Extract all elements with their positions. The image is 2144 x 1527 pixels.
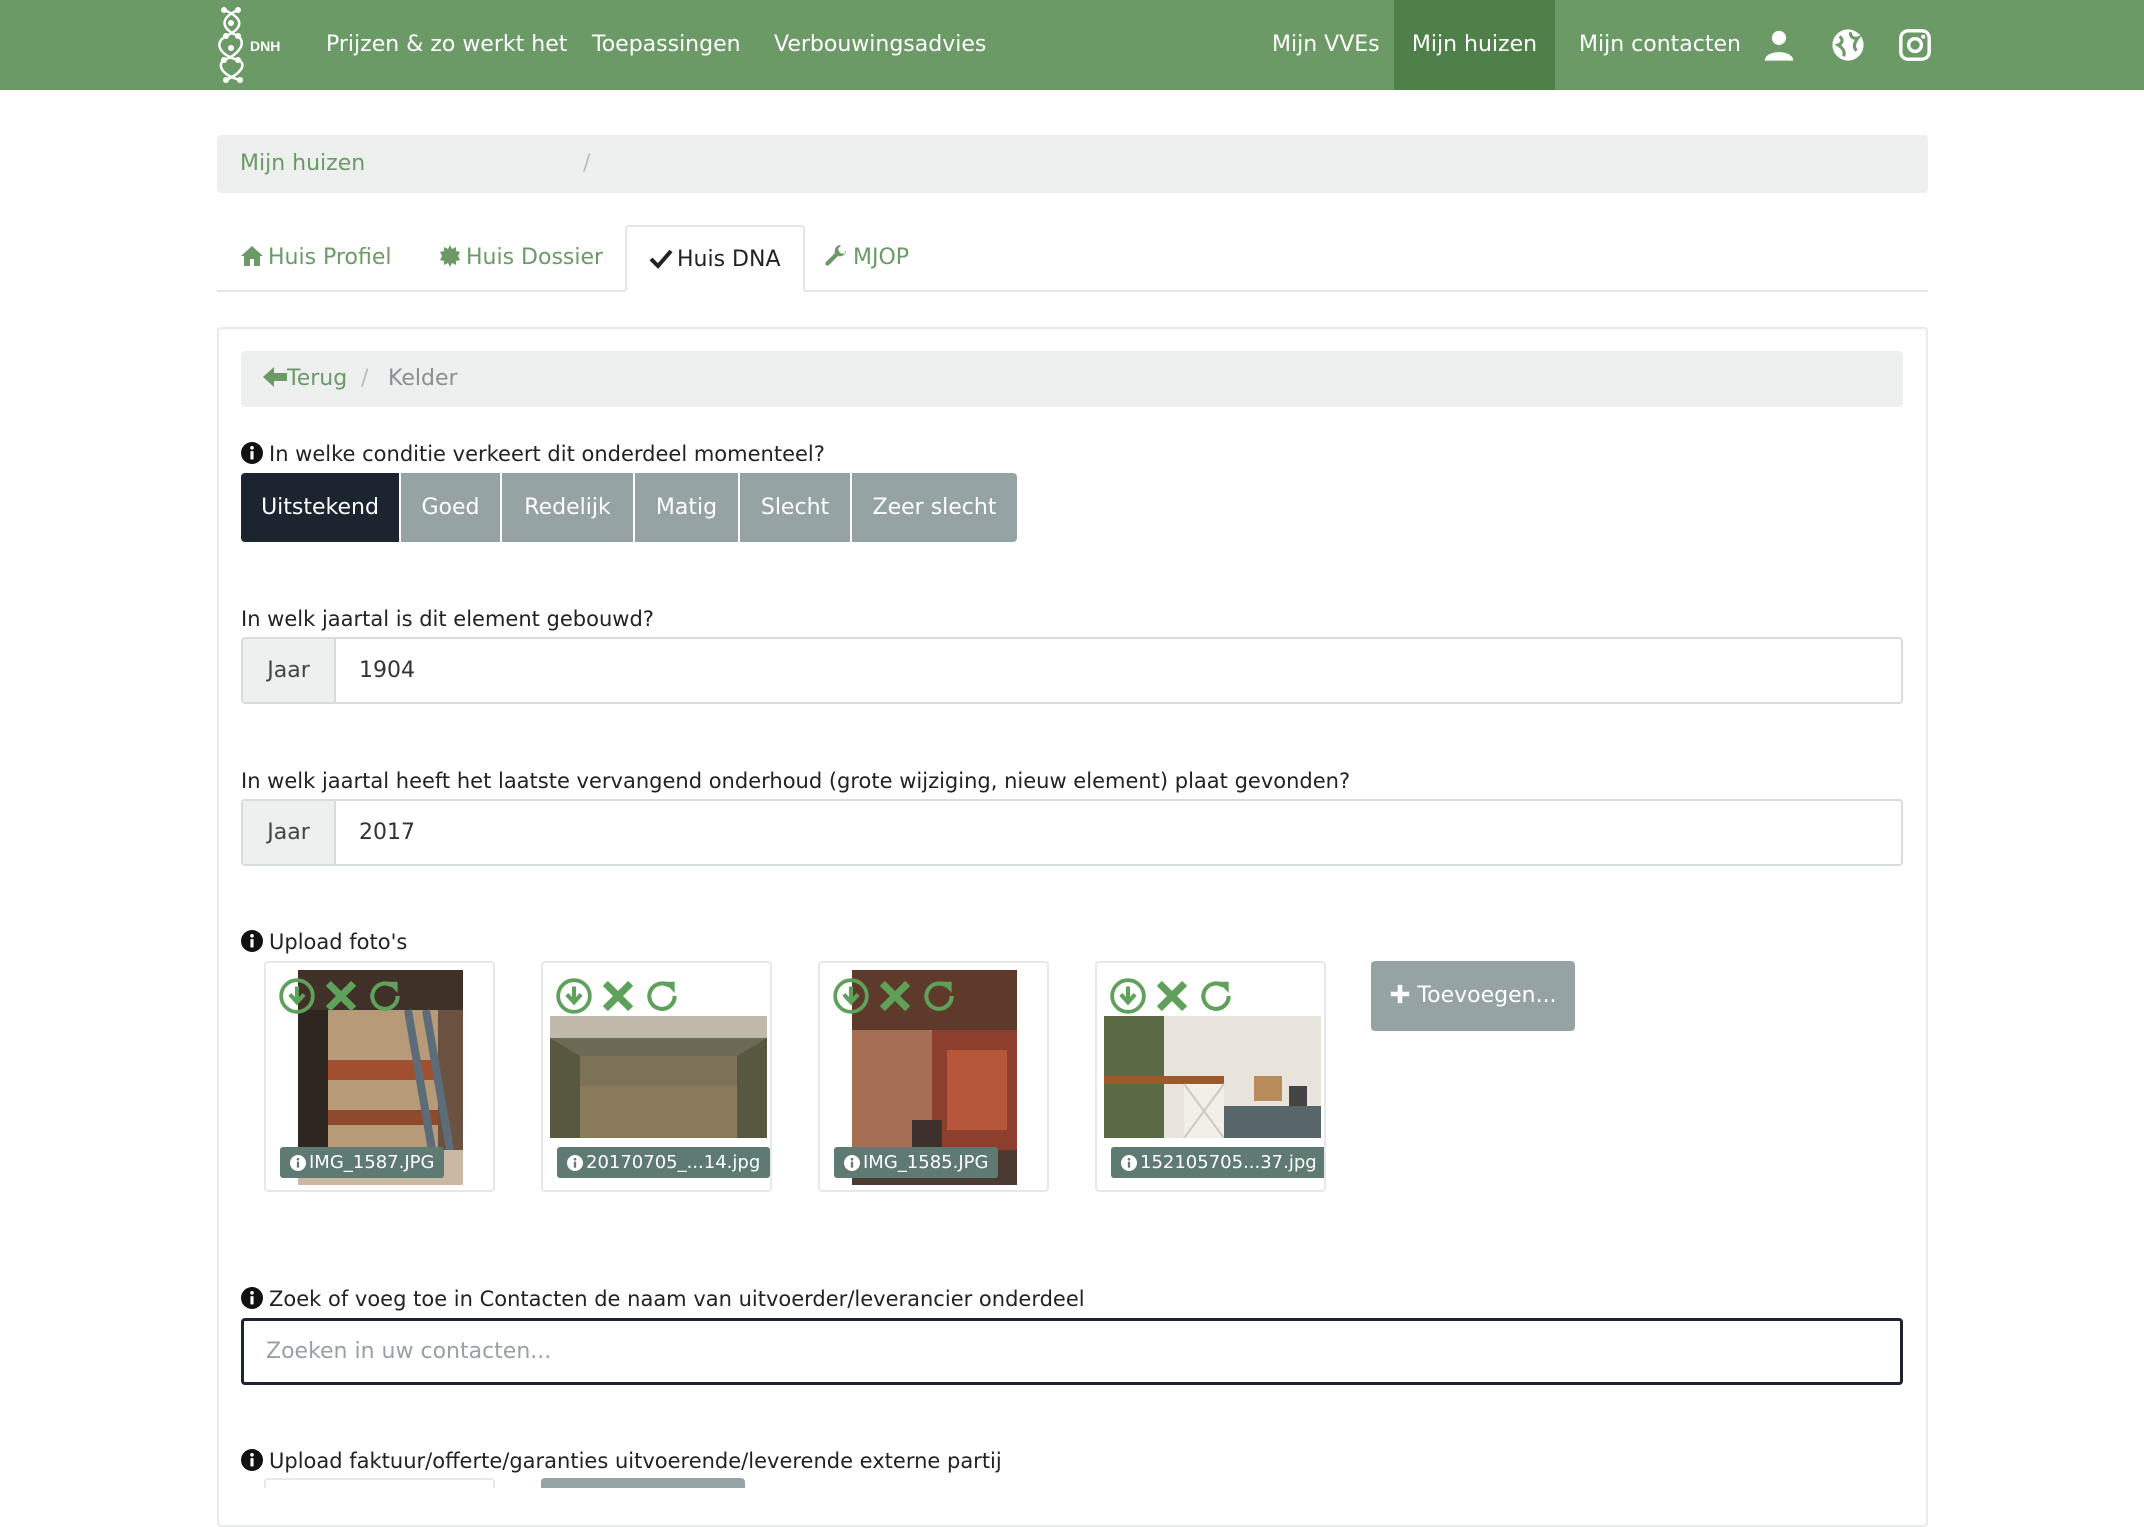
- photo-filename-badge: IMG_1585.JPG: [834, 1147, 999, 1178]
- rotate-icon[interactable]: [1197, 977, 1235, 1015]
- condition-redelijk-button[interactable]: Redelijk: [502, 473, 633, 542]
- tab-mjop[interactable]: MJOP: [825, 225, 909, 292]
- tab-huis-profiel-label: Huis Profiel: [268, 245, 392, 270]
- check-icon: [649, 249, 673, 269]
- nav-link-mijn-vves[interactable]: Mijn VVEs: [1272, 0, 1380, 90]
- breadcrumb-mijn-huizen[interactable]: Mijn huizen: [240, 135, 365, 193]
- photo-filename-badge: 20170705_...14.jpg: [557, 1147, 770, 1178]
- photo-filename: 152105705...37.jpg: [1140, 1152, 1317, 1173]
- condition-zeer-slecht-button[interactable]: Zeer slecht: [852, 473, 1017, 542]
- element-breadcrumb: Terug / Kelder: [241, 351, 1903, 407]
- info-icon[interactable]: [241, 442, 263, 464]
- info-icon[interactable]: [241, 1287, 263, 1309]
- breadcrumb-separator: /: [583, 151, 591, 176]
- photo-card: 152105705...37.jpg: [1095, 961, 1326, 1192]
- info-icon: [290, 1155, 306, 1171]
- download-icon[interactable]: [832, 977, 870, 1015]
- house-tabs: Huis Profiel Huis Dossier Huis DNA MJOP: [217, 225, 1928, 292]
- build-year-addon: Jaar: [243, 639, 336, 702]
- maintenance-year-label: In welk jaartal heeft het laatste vervan…: [241, 769, 1351, 793]
- photo-thumbnail[interactable]: [550, 1016, 767, 1138]
- invoice-file-card: [264, 1478, 495, 1488]
- tab-huis-dossier-label: Huis Dossier: [466, 245, 604, 270]
- download-icon[interactable]: [278, 977, 316, 1015]
- photo-filename-badge: 152105705...37.jpg: [1111, 1147, 1324, 1178]
- top-navbar: DNH Prijzen & zo werkt het Toepassingen …: [0, 0, 2144, 90]
- add-photo-button[interactable]: Toevoegen...: [1371, 961, 1575, 1031]
- condition-matig-button[interactable]: Matig: [635, 473, 738, 542]
- photos-label: Upload foto's: [241, 930, 407, 954]
- condition-label: In welke conditie verkeert dit onderdeel…: [241, 442, 825, 466]
- contact-search-field: [241, 1318, 1903, 1385]
- invoice-label: Upload faktuur/offerte/garanties uitvoer…: [241, 1449, 1002, 1473]
- maintenance-year-addon: Jaar: [243, 801, 336, 864]
- instagram-icon[interactable]: [1898, 28, 1932, 62]
- user-icon[interactable]: [1762, 28, 1796, 62]
- build-year-label: In welk jaartal is dit element gebouwd?: [241, 607, 654, 631]
- photo-card: IMG_1585.JPG: [818, 961, 1049, 1192]
- condition-slecht-button[interactable]: Slecht: [740, 473, 850, 542]
- photo-filename: 20170705_...14.jpg: [586, 1152, 761, 1173]
- maintenance-year-input-group: Jaar 2017: [241, 799, 1903, 866]
- info-icon[interactable]: [241, 930, 263, 952]
- nav-link-prijzen[interactable]: Prijzen & zo werkt het: [326, 0, 567, 90]
- photo-card: 20170705_...14.jpg: [541, 961, 772, 1192]
- delete-icon[interactable]: [876, 977, 914, 1015]
- wrench-icon: [825, 244, 847, 266]
- download-icon[interactable]: [555, 977, 593, 1015]
- dnh-logo[interactable]: DNH: [214, 4, 284, 84]
- tab-huis-dossier[interactable]: Huis Dossier: [438, 225, 603, 292]
- rotate-icon[interactable]: [366, 977, 404, 1015]
- tab-huis-profiel[interactable]: Huis Profiel: [240, 225, 391, 292]
- maintenance-year-input[interactable]: 2017: [359, 801, 415, 864]
- photos-label-text: Upload foto's: [269, 930, 408, 954]
- rotate-icon[interactable]: [643, 977, 681, 1015]
- certificate-icon: [440, 245, 460, 267]
- breadcrumb: Mijn huizen /: [217, 135, 1928, 193]
- info-icon[interactable]: [241, 1449, 263, 1471]
- nav-link-mijn-huizen[interactable]: Mijn huizen: [1394, 0, 1555, 90]
- photo-card: IMG_1587.JPG: [264, 961, 495, 1192]
- element-breadcrumb-current: Kelder: [388, 366, 458, 391]
- invoice-label-text: Upload faktuur/offerte/garanties uitvoer…: [269, 1449, 1002, 1473]
- add-photo-label: Toevoegen...: [1417, 983, 1557, 1008]
- tab-mjop-label: MJOP: [853, 245, 910, 270]
- info-icon: [1121, 1155, 1137, 1171]
- globe-icon[interactable]: [1831, 28, 1865, 62]
- plus-icon: [1391, 984, 1410, 1004]
- rotate-icon[interactable]: [920, 977, 958, 1015]
- nav-link-verbouwingsadvies[interactable]: Verbouwingsadvies: [774, 0, 986, 90]
- info-icon: [844, 1155, 860, 1171]
- invoice-add-button[interactable]: [541, 1478, 745, 1488]
- nav-link-toepassingen[interactable]: Toepassingen: [592, 0, 741, 90]
- brand-text: DNH: [250, 38, 280, 54]
- delete-icon[interactable]: [322, 977, 360, 1015]
- build-year-input[interactable]: 1904: [359, 639, 415, 702]
- delete-icon[interactable]: [599, 977, 637, 1015]
- download-icon[interactable]: [1109, 977, 1147, 1015]
- photo-thumbnail[interactable]: [1104, 1016, 1321, 1138]
- contact-search-input[interactable]: [266, 1321, 1866, 1382]
- home-icon: [241, 246, 263, 266]
- condition-uitstekend-button[interactable]: Uitstekend: [241, 473, 399, 542]
- info-icon: [567, 1155, 583, 1171]
- photo-filename-badge: IMG_1587.JPG: [280, 1147, 445, 1178]
- nav-link-mijn-contacten[interactable]: Mijn contacten: [1579, 0, 1741, 90]
- tab-huis-dna-label: Huis DNA: [677, 247, 781, 272]
- photo-filename: IMG_1587.JPG: [309, 1152, 435, 1173]
- element-breadcrumb-separator: /: [361, 366, 369, 391]
- back-label: Terug: [287, 366, 348, 391]
- photo-filename: IMG_1585.JPG: [863, 1152, 989, 1173]
- build-year-input-group: Jaar 1904: [241, 637, 1903, 704]
- contact-label: Zoek of voeg toe in Contacten de naam va…: [241, 1287, 1085, 1311]
- contact-label-text: Zoek of voeg toe in Contacten de naam va…: [269, 1287, 1085, 1311]
- delete-icon[interactable]: [1153, 977, 1191, 1015]
- condition-question: In welke conditie verkeert dit onderdeel…: [269, 442, 825, 466]
- back-link[interactable]: Terug: [263, 351, 347, 407]
- arrow-left-icon: [263, 367, 287, 387]
- condition-goed-button[interactable]: Goed: [401, 473, 500, 542]
- tab-huis-dna[interactable]: Huis DNA: [625, 225, 805, 292]
